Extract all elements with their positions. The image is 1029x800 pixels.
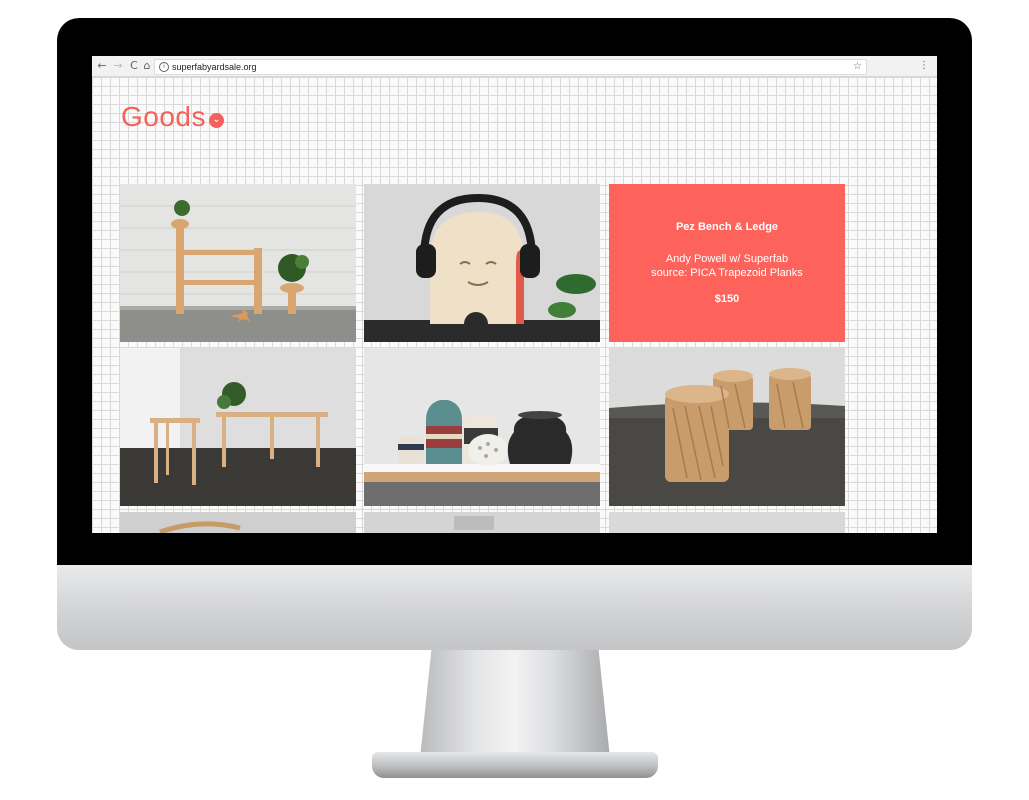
- product-tile-headphone-stand[interactable]: [364, 184, 600, 342]
- product-tile-row3-left[interactable]: [120, 512, 356, 533]
- browser-window: ← → C ⌂ i superfabyardsale.org ☆ ⋮ Goods…: [92, 56, 937, 533]
- product-credit-line-1: Andy Powell w/ Superfab: [665, 253, 789, 265]
- product-price: $150: [714, 293, 740, 305]
- page-content: Goods ⌄ Pez Bench & Ledge Andy Powell w/…: [92, 77, 937, 533]
- product-tile-row3-middle[interactable]: [364, 512, 600, 533]
- product-credit: Andy Powell w/ Superfab source: PICA Tra…: [609, 252, 845, 280]
- browser-menu-icon[interactable]: ⋮: [919, 59, 929, 73]
- product-info-card[interactable]: Pez Bench & Ledge Andy Powell w/ Superfa…: [609, 184, 845, 342]
- product-photo-partial: [120, 512, 356, 533]
- chevron-down-icon[interactable]: ⌄: [209, 113, 224, 128]
- monitor-chin: [57, 565, 972, 650]
- product-photo-partial: [609, 512, 845, 533]
- info-icon[interactable]: i: [159, 62, 169, 72]
- product-tile-ceramics[interactable]: [364, 348, 600, 506]
- url-text[interactable]: superfabyardsale.org: [172, 60, 257, 74]
- product-photo-partial: [364, 512, 600, 533]
- reload-icon[interactable]: C: [127, 59, 141, 73]
- stools-photo: [609, 348, 845, 506]
- bench-photo: [120, 348, 356, 506]
- page-title[interactable]: Goods: [121, 101, 206, 133]
- home-icon[interactable]: ⌂: [140, 59, 154, 73]
- product-tile-row3-right[interactable]: [609, 512, 845, 533]
- back-icon[interactable]: ←: [95, 59, 109, 73]
- browser-toolbar: ← → C ⌂ i superfabyardsale.org ☆ ⋮: [92, 56, 937, 77]
- address-bar[interactable]: i superfabyardsale.org ☆: [154, 59, 867, 75]
- forward-icon[interactable]: →: [111, 59, 125, 73]
- product-name: Pez Bench & Ledge: [675, 221, 779, 233]
- product-credit-line-2: source: PICA Trapezoid Planks: [651, 267, 803, 279]
- ceramics-photo: [364, 348, 600, 506]
- monitor-stand-base: [372, 752, 658, 778]
- headphone-stand-photo: [364, 184, 600, 342]
- product-tile-shelf[interactable]: [120, 184, 356, 342]
- product-tile-stools[interactable]: [609, 348, 845, 506]
- monitor-stand: [420, 650, 610, 758]
- star-icon[interactable]: ☆: [853, 60, 862, 74]
- product-tile-bench[interactable]: [120, 348, 356, 506]
- shelf-photo: [120, 184, 356, 342]
